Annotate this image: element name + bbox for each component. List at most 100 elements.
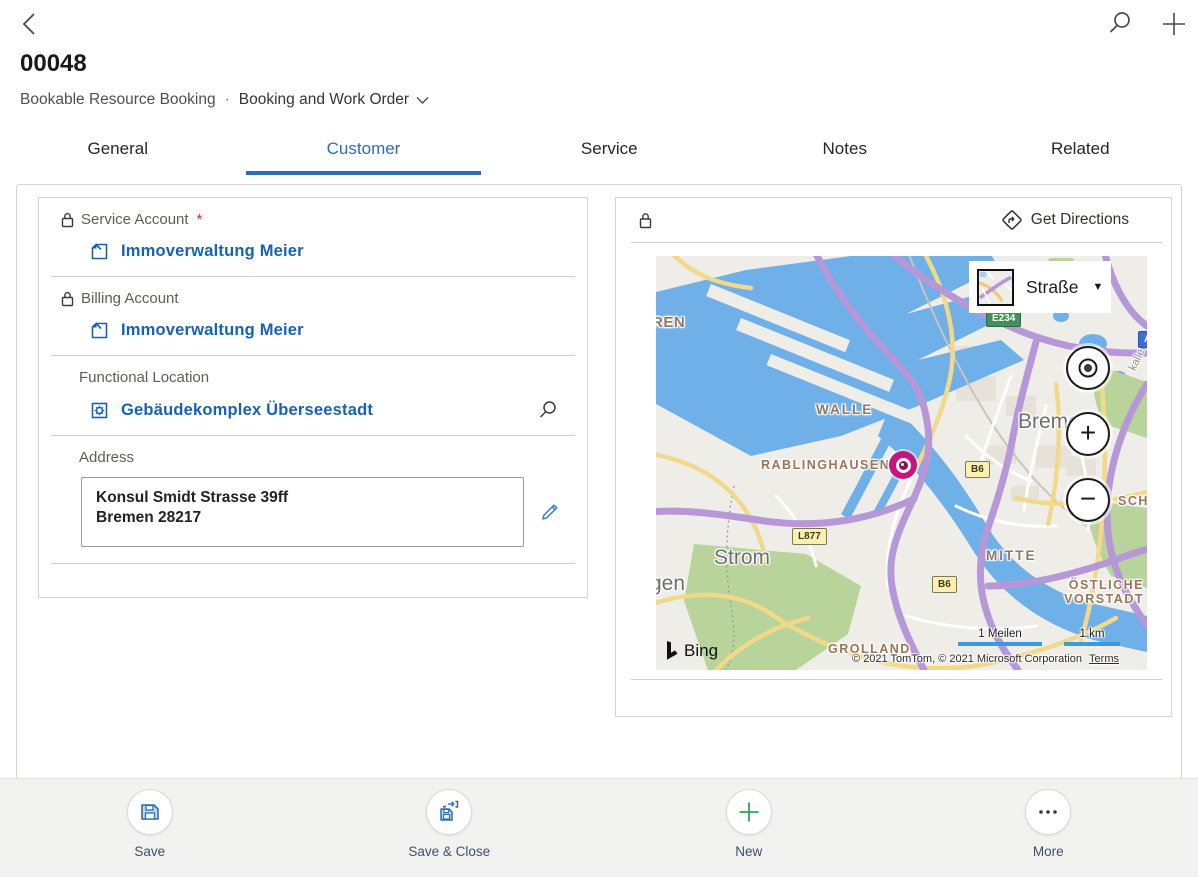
bing-map[interactable]: REN WALLE Bremen RABLINGHAUSEN Strom gen… — [656, 256, 1147, 670]
page-header: 00048 Bookable Resource Booking · Bookin… — [0, 0, 1198, 122]
map-label-oestliche: ÖSTLICHE — [1060, 578, 1144, 592]
address-label-row: Address — [39, 436, 587, 466]
edit-pencil-icon[interactable] — [539, 501, 561, 523]
get-directions-button[interactable]: Get Directions — [1002, 210, 1157, 230]
save-and-close-button[interactable]: Save & Close — [300, 779, 600, 877]
more-button-label: More — [1033, 844, 1064, 859]
form-selector-label: Booking and Work Order — [239, 91, 409, 109]
plus-icon — [1158, 8, 1190, 40]
chevron-left-icon — [16, 10, 44, 38]
route-shield-b6-north: B6 — [965, 461, 990, 478]
scale-miles-bar — [958, 642, 1042, 646]
billing-account-label-row: Billing Account — [39, 277, 587, 307]
billing-account-value-row: Immoverwaltung Meier — [39, 307, 587, 355]
bing-logo-label: Bing — [684, 641, 718, 661]
breadcrumb: Bookable Resource Booking · Booking and … — [20, 91, 429, 109]
save-button-label: Save — [134, 844, 165, 859]
map-copyright: © 2021 TomTom, © 2021 Microsoft Corporat… — [852, 653, 1119, 665]
account-entity-icon — [89, 320, 110, 341]
zoom-out-button[interactable]: − — [1066, 478, 1110, 522]
tab-general[interactable]: General — [0, 127, 236, 175]
tab-notes[interactable]: Notes — [727, 127, 963, 175]
functional-location-label-row: Functional Location — [39, 356, 587, 386]
tab-bar: General Customer Service Notes Related — [0, 127, 1198, 175]
map-label-schw: SCHW — [1118, 494, 1147, 508]
lock-icon — [639, 212, 652, 229]
bottom-command-bar: Save Save & Close New — [0, 778, 1198, 877]
save-and-close-icon — [436, 799, 462, 825]
plus-icon: + — [1080, 419, 1096, 447]
customer-fields-card: Service Account * Immoverwaltung Meier Bi… — [38, 197, 588, 598]
map-label-rablinghausen: RABLINGHAUSEN — [761, 458, 890, 472]
map-card-header: Get Directions — [616, 198, 1171, 242]
bing-logo[interactable]: Bing — [664, 640, 718, 662]
booking-record-page: 00048 Bookable Resource Booking · Bookin… — [0, 0, 1198, 877]
lookup-search-icon[interactable] — [537, 399, 559, 421]
chevron-down-icon — [416, 96, 429, 105]
functional-location-lookup-link[interactable]: Gebäudekomplex Überseestadt — [121, 401, 373, 420]
minus-icon: − — [1080, 485, 1096, 513]
save-and-close-button-circle — [426, 789, 472, 835]
zoom-in-button[interactable]: + — [1066, 412, 1110, 456]
scale-km-bar — [1064, 642, 1120, 646]
address-textbox[interactable]: Konsul Smidt Strasse 39ff Bremen 28217 — [81, 477, 524, 547]
search-button[interactable] — [1106, 9, 1134, 37]
copyright-text: © 2021 TomTom, © 2021 Microsoft Corporat… — [852, 653, 1082, 665]
account-entity-icon — [89, 241, 110, 262]
back-button[interactable] — [16, 10, 44, 38]
lock-icon — [61, 291, 74, 307]
map-label-vorstadt: VORSTADT — [1060, 592, 1144, 606]
entity-type-label: Bookable Resource Booking — [20, 91, 216, 109]
address-line1: Konsul Smidt Strasse 39ff — [96, 488, 509, 508]
service-account-label: Service Account — [81, 211, 189, 228]
tab-service[interactable]: Service — [492, 127, 728, 175]
billing-account-lookup-link[interactable]: Immoverwaltung Meier — [121, 321, 304, 340]
new-button-circle — [726, 789, 772, 835]
map-label-strom: Strom — [714, 546, 770, 570]
map-scale: 1 Meilen 1 km — [958, 628, 1120, 646]
field-divider — [51, 563, 575, 564]
map-label-walle: WALLE — [816, 402, 873, 417]
route-shield-l877: L877 — [792, 528, 827, 545]
map-header-divider — [631, 242, 1162, 243]
address-label: Address — [79, 449, 134, 466]
service-account-value-row: Immoverwaltung Meier — [39, 228, 587, 276]
map-style-thumbnail-icon — [977, 269, 1014, 306]
map-style-label: Straße — [1026, 277, 1079, 298]
address-line2: Bremen 28217 — [96, 508, 509, 528]
service-account-lookup-link[interactable]: Immoverwaltung Meier — [121, 242, 304, 261]
map-label-gen: gen — [656, 572, 685, 596]
bing-icon — [664, 640, 680, 662]
page-title: 00048 — [20, 50, 87, 78]
form-selector-dropdown[interactable]: Booking and Work Order — [239, 91, 429, 109]
map-label-ren: REN — [656, 314, 685, 331]
route-shield-autobahn: A — [1138, 331, 1147, 348]
functional-location-value-row: Gebäudekomplex Überseestadt — [39, 386, 587, 435]
tab-related[interactable]: Related — [963, 127, 1198, 175]
caret-down-icon: ▼ — [1093, 281, 1104, 293]
billing-account-label: Billing Account — [81, 290, 179, 307]
map-footer-divider — [631, 679, 1162, 680]
locate-icon — [1076, 356, 1100, 380]
directions-icon — [1002, 210, 1022, 230]
map-card: Get Directions — [615, 197, 1172, 717]
add-button[interactable] — [1158, 8, 1190, 40]
save-and-close-button-label: Save & Close — [408, 844, 490, 859]
locate-me-button[interactable] — [1066, 346, 1110, 390]
map-label-mitte: MITTE — [986, 548, 1037, 563]
address-value-row: Konsul Smidt Strasse 39ff Bremen 28217 — [39, 466, 587, 547]
required-asterisk: * — [197, 211, 203, 228]
search-icon — [1106, 9, 1134, 37]
terms-link[interactable]: Terms — [1089, 653, 1119, 665]
save-button[interactable]: Save — [0, 779, 300, 877]
save-icon — [138, 800, 162, 824]
scale-miles-label: 1 Meilen — [978, 628, 1021, 640]
new-button[interactable]: New — [599, 779, 899, 877]
new-plus-icon — [737, 800, 761, 824]
tab-customer[interactable]: Customer — [236, 127, 492, 175]
more-ellipsis-icon — [1036, 800, 1060, 824]
map-style-dropdown[interactable]: Straße ▼ — [969, 261, 1111, 313]
more-button[interactable]: More — [899, 779, 1198, 877]
lock-icon — [61, 212, 74, 228]
new-button-label: New — [735, 844, 762, 859]
